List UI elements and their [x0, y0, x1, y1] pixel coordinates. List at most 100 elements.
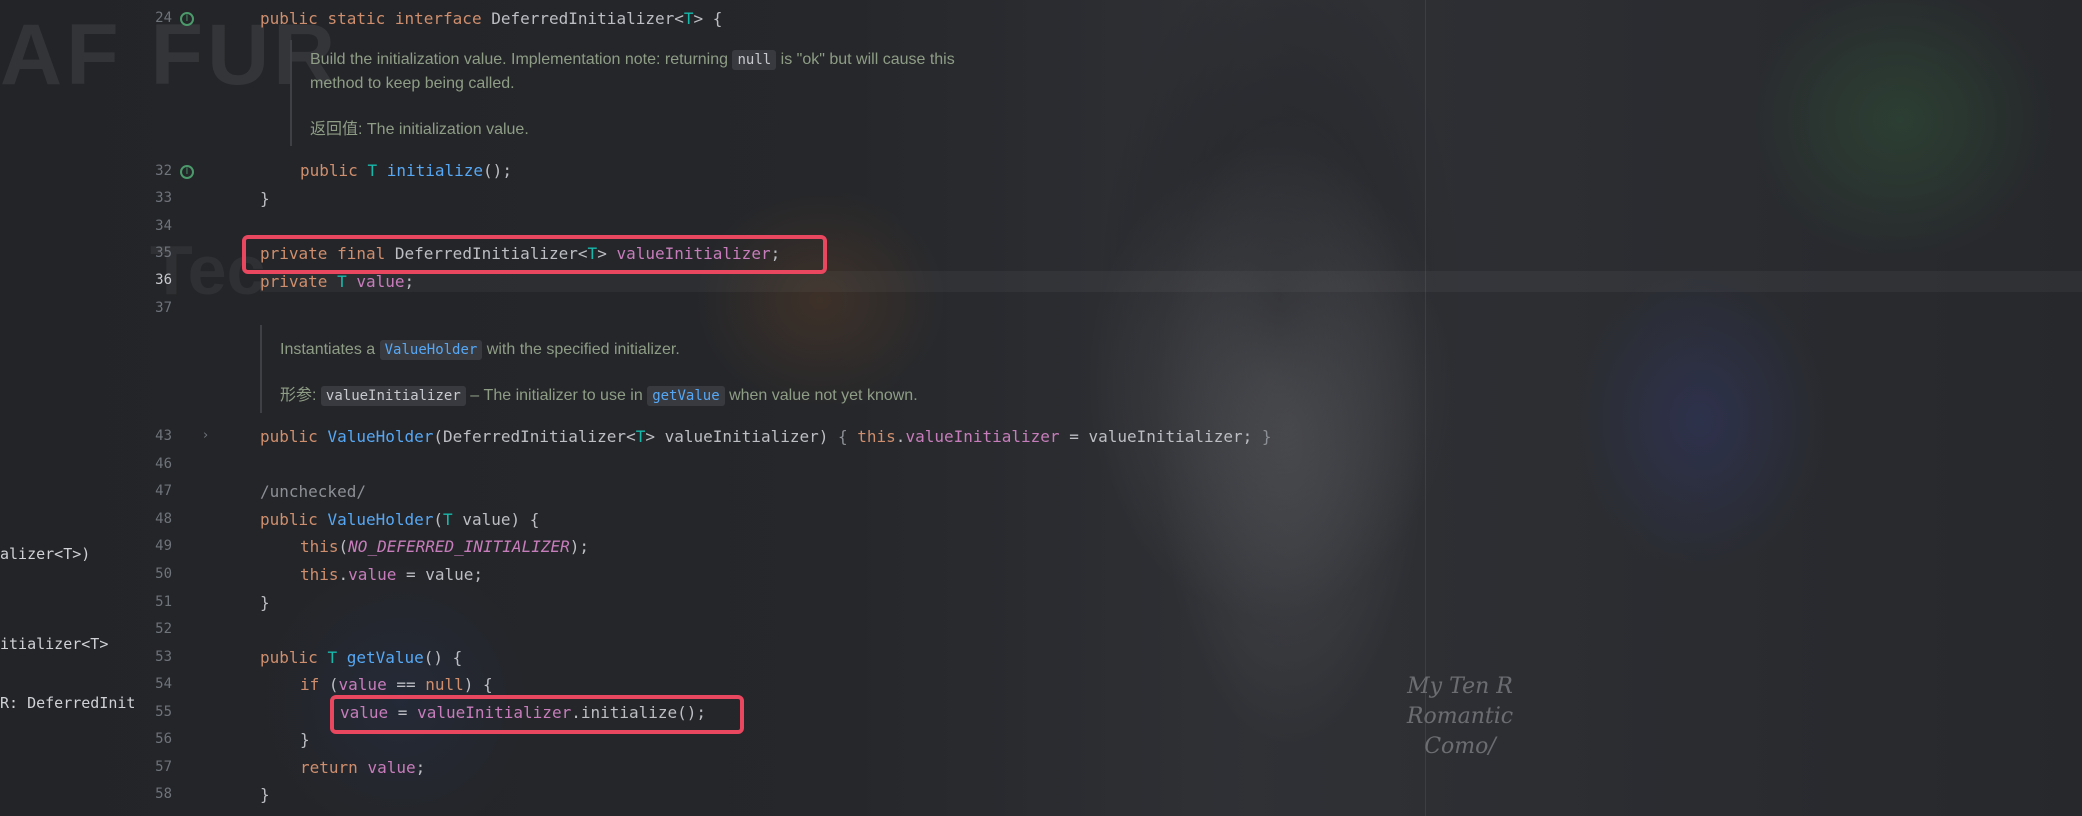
line-number: 55 — [155, 704, 172, 720]
code-line-36[interactable]: private T value; — [260, 272, 414, 292]
structure-item[interactable]: alizer<T>) — [0, 545, 135, 563]
code-token: ) { — [463, 675, 493, 694]
field-name: value — [348, 565, 397, 584]
structure-item[interactable]: itializer<T> — [0, 635, 135, 653]
field-name: value — [356, 272, 405, 291]
code-line-53[interactable]: public T getValue() { — [260, 648, 462, 668]
method-name: initialize — [386, 161, 484, 180]
code-token: () { — [423, 648, 463, 667]
code-token: ( — [338, 537, 349, 556]
code-token: (); — [483, 161, 512, 180]
keyword: public — [300, 161, 358, 180]
folded-brace: { — [838, 427, 858, 446]
line-number: 34 — [155, 218, 172, 234]
field-name: value — [367, 758, 416, 777]
line-number: 50 — [155, 566, 172, 582]
code-line-51[interactable]: } — [260, 593, 270, 613]
line-number: 24 — [155, 10, 172, 26]
annotation-highlight-box — [330, 695, 744, 734]
annotation-highlight-box — [242, 235, 827, 274]
keyword: public — [260, 427, 318, 446]
type-param: T — [635, 427, 646, 446]
keyword: public — [260, 9, 318, 28]
code-token: . — [895, 427, 906, 446]
code-token: = valueInitializer; — [1059, 427, 1262, 446]
line-number: 53 — [155, 649, 172, 665]
doc-text: when value not yet known. — [724, 387, 918, 404]
code-token: ( — [433, 510, 444, 529]
implemented-marker-icon[interactable]: I — [180, 165, 194, 179]
rendered-javadoc: Build the initialization value. Implemen… — [290, 40, 1190, 146]
code-line-33[interactable]: } — [260, 189, 270, 209]
doc-text: The initialization value. — [362, 121, 529, 138]
folded-brace: } — [1261, 427, 1272, 446]
code-line-54[interactable]: if (value == null) { — [300, 675, 493, 695]
code-line-57[interactable]: return value; — [300, 758, 425, 778]
keyword: this — [300, 565, 339, 584]
line-number: 48 — [155, 511, 172, 527]
code-token: > valueInitializer) — [645, 427, 838, 446]
doc-text: with the specified initializer. — [482, 341, 680, 358]
fold-expand-icon[interactable]: › — [203, 428, 208, 443]
doc-label: 返回值: — [310, 121, 363, 138]
line-number: 32 — [155, 163, 172, 179]
doc-link-chip[interactable]: ValueHolder — [379, 340, 483, 360]
constructor-name: ValueHolder — [327, 510, 434, 529]
keyword: static — [327, 9, 386, 28]
line-number: 51 — [155, 594, 172, 610]
code-token: ); — [569, 537, 589, 556]
code-line-43[interactable]: public ValueHolder(DeferredInitializer<T… — [260, 427, 1272, 447]
keyword: null — [425, 675, 464, 694]
current-line-highlight — [260, 271, 2082, 292]
doc-text: method to keep being called. — [310, 75, 515, 92]
type-param: T — [683, 9, 694, 28]
doc-code-chip: valueInitializer — [320, 386, 466, 406]
code-line-49[interactable]: this(NO_DEFERRED_INITIALIZER); — [300, 537, 589, 557]
code-line-24[interactable]: public static interface DeferredInitiali… — [260, 9, 722, 29]
line-number: 47 — [155, 483, 172, 499]
line-number: 46 — [155, 456, 172, 472]
doc-label: 形参: — [280, 387, 317, 404]
keyword: this — [857, 427, 896, 446]
implemented-marker-icon[interactable]: I — [180, 12, 194, 26]
right-margin-guide — [1425, 0, 1426, 816]
line-number: 52 — [155, 621, 172, 637]
constant-name: NO_DEFERRED_INITIALIZER — [348, 537, 570, 556]
line-number: 57 — [155, 759, 172, 775]
line-number-current: 36 — [155, 272, 172, 288]
doc-text: is "ok" but will cause this — [776, 51, 955, 68]
structure-panel: alizer<T>) itializer<T> R: DeferredIniti… — [0, 0, 140, 816]
keyword: interface — [394, 9, 482, 28]
line-number: 43 — [155, 428, 172, 444]
code-line-56[interactable]: } — [300, 730, 310, 750]
code-line-48[interactable]: public ValueHolder(T value) { — [260, 510, 539, 530]
doc-text: Instantiates a — [280, 341, 380, 358]
keyword: if — [300, 675, 320, 694]
doc-code-chip: null — [732, 50, 777, 70]
code-token: ; — [404, 272, 415, 291]
code-line-32[interactable]: public T initialize(); — [300, 161, 512, 181]
code-token: ( — [319, 675, 339, 694]
code-token: == — [386, 675, 426, 694]
type-param: T — [367, 161, 378, 180]
type-param: T — [443, 510, 453, 529]
field-name: value — [338, 675, 387, 694]
keyword: return — [300, 758, 358, 777]
rendered-javadoc: Instantiates a ValueHolder with the spec… — [260, 325, 1160, 413]
doc-text: – The initializer to use in — [465, 387, 648, 404]
structure-item[interactable]: R: DeferredInitialize — [0, 694, 135, 712]
method-name: getValue — [346, 648, 424, 667]
keyword: private — [260, 272, 328, 291]
interface-name: DeferredInitializer< — [481, 9, 684, 28]
keyword: public — [260, 648, 318, 667]
doc-link-chip[interactable]: getValue — [647, 386, 725, 406]
line-number: 35 — [155, 245, 172, 261]
code-line-50[interactable]: this.value = value; — [300, 565, 483, 585]
code-line-47[interactable]: /unchecked/ — [260, 482, 366, 502]
code-token: value) { — [452, 510, 540, 529]
field-name: valueInitializer — [905, 427, 1060, 446]
code-token: > { — [693, 9, 723, 28]
line-number: 58 — [155, 786, 172, 802]
line-number: 37 — [155, 300, 172, 316]
code-line-58[interactable]: } — [260, 785, 270, 805]
